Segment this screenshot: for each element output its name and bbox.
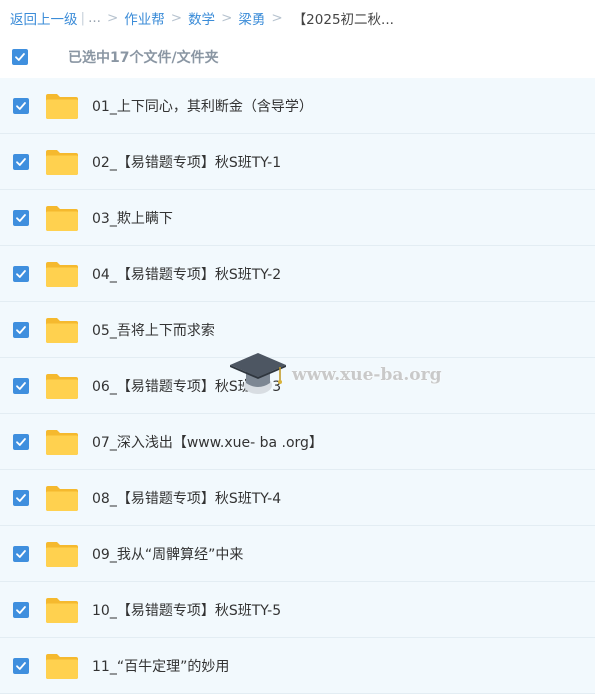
file-row-09[interactable]: 09_我从“周髀算经”中来 <box>0 526 595 582</box>
file-row-10[interactable]: 10_【易错题专项】秋S班TY-5 <box>0 582 595 638</box>
file-row-11[interactable]: 11_“百牛定理”的妙用 <box>0 638 595 694</box>
selection-bar: 已选中17个文件/文件夹 <box>0 36 595 78</box>
file-row-04[interactable]: 04_【易错题专项】秋S班TY-2 <box>0 246 595 302</box>
checkbox-checked-icon <box>16 325 26 334</box>
file-row-08[interactable]: 08_【易错题专项】秋S班TY-4 <box>0 470 595 526</box>
folder-icon <box>46 429 78 455</box>
breadcrumb-divider: | <box>80 10 86 26</box>
checkbox-checked-icon <box>16 157 26 166</box>
row-checkbox[interactable] <box>13 545 29 562</box>
checkbox-checked-icon <box>16 661 26 670</box>
chevron-right-icon: > <box>271 10 283 26</box>
row-checkbox[interactable] <box>13 97 29 114</box>
row-checkbox[interactable] <box>13 321 29 338</box>
file-name[interactable]: 11_“百牛定理”的妙用 <box>92 656 229 676</box>
folder-icon <box>46 261 78 287</box>
file-name[interactable]: 01_上下同心，其利断金（含导学） <box>92 96 313 116</box>
breadcrumb-item-math[interactable]: 数学 <box>188 8 215 28</box>
row-checkbox[interactable] <box>13 265 29 282</box>
file-row-05[interactable]: 05_吾将上下而求索 <box>0 302 595 358</box>
breadcrumb-current: 【2025初二秋... <box>292 12 394 28</box>
chevron-right-icon: > <box>106 10 119 26</box>
breadcrumb-item-zuoyebang[interactable]: 作业帮 <box>124 8 165 28</box>
file-row-07[interactable]: 07_深入浅出【www.xue- ba .org】 <box>0 414 595 470</box>
row-checkbox[interactable] <box>13 153 29 170</box>
file-name[interactable]: 03_欺上瞒下 <box>92 208 173 228</box>
breadcrumb-ellipsis[interactable]: ... <box>88 10 101 26</box>
file-list: 01_上下同心，其利断金（含导学） 02_【易错题专项】秋S班TY-1 03_欺… <box>0 78 595 694</box>
file-name[interactable]: 08_【易错题专项】秋S班TY-4 <box>92 488 281 508</box>
chevron-right-icon: > <box>170 10 183 26</box>
file-name[interactable]: 02_【易错题专项】秋S班TY-1 <box>92 152 281 172</box>
checkbox-checked-icon <box>16 493 26 502</box>
file-row-03[interactable]: 03_欺上瞒下 <box>0 190 595 246</box>
file-name[interactable]: 09_我从“周髀算经”中来 <box>92 544 243 564</box>
file-name[interactable]: 04_【易错题专项】秋S班TY-2 <box>92 264 281 284</box>
checkbox-checked-icon <box>16 437 26 446</box>
file-name[interactable]: 05_吾将上下而求索 <box>92 320 215 340</box>
folder-icon <box>46 485 78 511</box>
folder-icon <box>46 149 78 175</box>
folder-icon <box>46 373 78 399</box>
folder-icon <box>46 653 78 679</box>
folder-icon <box>46 93 78 119</box>
row-checkbox[interactable] <box>13 209 29 226</box>
row-checkbox[interactable] <box>13 601 29 618</box>
row-checkbox[interactable] <box>13 489 29 506</box>
file-row-06[interactable]: 06_【易错题专项】秋S班TY-3 <box>0 358 595 414</box>
checkbox-checked-icon <box>16 381 26 390</box>
breadcrumb: 返回上一级 | ... > 作业帮 > 数学 > 梁勇 > 【2025初二秋..… <box>0 0 595 36</box>
checkbox-checked-icon <box>16 549 26 558</box>
folder-icon <box>46 205 78 231</box>
row-checkbox[interactable] <box>13 377 29 394</box>
folder-icon <box>46 317 78 343</box>
file-name[interactable]: 10_【易错题专项】秋S班TY-5 <box>92 600 281 620</box>
row-checkbox[interactable] <box>13 657 29 674</box>
back-link[interactable]: 返回上一级 <box>10 8 78 28</box>
checkbox-checked-icon <box>16 269 26 278</box>
selection-count: 已选中17个文件/文件夹 <box>68 50 219 66</box>
file-row-01[interactable]: 01_上下同心，其利断金（含导学） <box>0 78 595 134</box>
breadcrumb-item-teacher[interactable]: 梁勇 <box>238 8 265 28</box>
folder-icon <box>46 541 78 567</box>
chevron-right-icon: > <box>221 10 233 26</box>
checkbox-checked-icon <box>15 53 25 61</box>
checkbox-checked-icon <box>16 605 26 614</box>
folder-icon <box>46 597 78 623</box>
select-all-checkbox[interactable] <box>12 49 28 65</box>
file-name[interactable]: 07_深入浅出【www.xue- ba .org】 <box>92 432 323 452</box>
file-row-02[interactable]: 02_【易错题专项】秋S班TY-1 <box>0 134 595 190</box>
file-name[interactable]: 06_【易错题专项】秋S班TY-3 <box>92 376 281 396</box>
checkbox-checked-icon <box>16 101 26 110</box>
row-checkbox[interactable] <box>13 433 29 450</box>
checkbox-checked-icon <box>16 213 26 222</box>
